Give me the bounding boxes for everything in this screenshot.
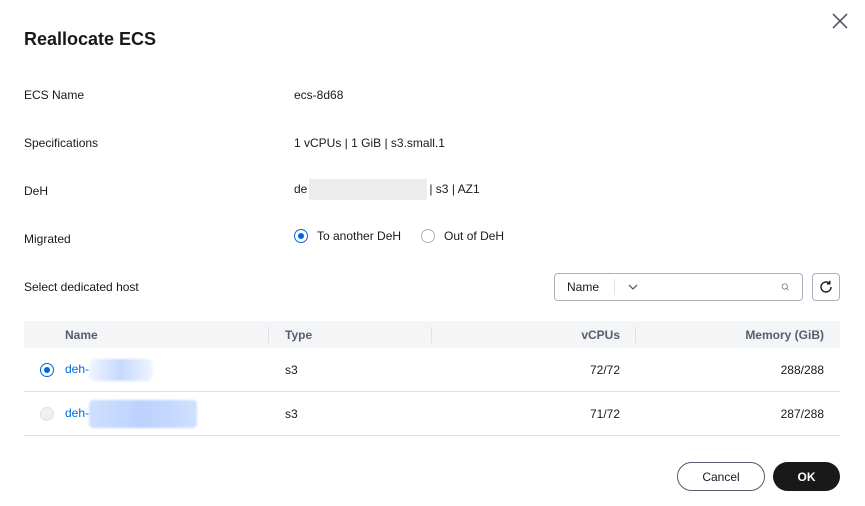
search-icon[interactable] [781,279,790,295]
masked-host-name [89,399,198,428]
radio-unchecked-icon[interactable] [421,229,436,243]
deh-value-prefix: de [294,182,308,196]
host-type: s3 [285,362,298,377]
host-search-box: Name [554,273,803,301]
table-row[interactable]: deh- s3 71/72 287/288 [24,392,840,436]
cancel-button[interactable]: Cancel [677,462,765,491]
radio-checked-icon[interactable] [294,229,308,243]
deh-value: de | s3 | AZ1 [294,179,480,201]
refresh-icon [820,280,832,293]
header-type: Type [285,327,313,342]
host-name-link[interactable]: deh- [65,399,198,428]
host-table: Name Type vCPUs Memory (GiB) deh- s3 72/… [24,321,840,436]
specifications-value: 1 vCPUs | 1 GiB | s3.small.1 [294,136,445,150]
close-icon[interactable] [830,11,850,31]
header-memory: Memory (GiB) [745,327,824,342]
header-name: Name [65,327,98,342]
host-vcpus: 72/72 [589,362,620,377]
header-vcpus: vCPUs [581,327,620,342]
radio-to-another-deh-label: To another DeH [317,229,402,243]
ok-button[interactable]: OK [773,462,840,491]
host-memory: 287/288 [780,406,824,421]
deh-value-suffix: | s3 | AZ1 [429,182,480,196]
select-host-label: Select dedicated host [24,280,139,294]
column-divider [431,327,432,343]
host-memory: 288/288 [780,362,824,377]
migrated-radio-group: To another DeH Out of DeH [294,229,504,243]
search-filter-value: Name [567,280,600,294]
dialog-title: Reallocate ECS [24,29,157,49]
migrated-label: Migrated [24,232,71,246]
host-name-text[interactable]: deh- [65,362,89,376]
radio-out-of-deh[interactable]: Out of DeH [421,229,504,243]
table-header: Name Type vCPUs Memory (GiB) [24,321,840,348]
table-row[interactable]: deh- s3 72/72 288/288 [24,348,840,392]
host-name-text[interactable]: deh- [65,406,89,420]
deh-label: DeH [24,184,49,198]
chevron-down-icon [628,284,638,290]
refresh-button[interactable] [812,273,840,301]
specifications-label: Specifications [24,136,99,150]
ecs-name-label: ECS Name [24,88,85,102]
radio-to-another-deh[interactable]: To another DeH [294,229,401,243]
ecs-name-value: ecs-8d68 [294,88,344,102]
host-type: s3 [285,406,298,421]
radio-out-of-deh-label: Out of DeH [444,229,505,243]
masked-host-name [89,358,154,381]
row-radio-disabled [40,407,54,421]
row-radio-checked[interactable] [40,363,54,377]
host-vcpus: 71/72 [589,406,620,421]
masked-deh-id [309,179,428,201]
search-input[interactable] [614,274,782,300]
column-divider [268,327,269,343]
host-name-link[interactable]: deh- [65,358,154,381]
column-divider [635,327,636,343]
search-filter-select[interactable]: Name [555,274,638,300]
